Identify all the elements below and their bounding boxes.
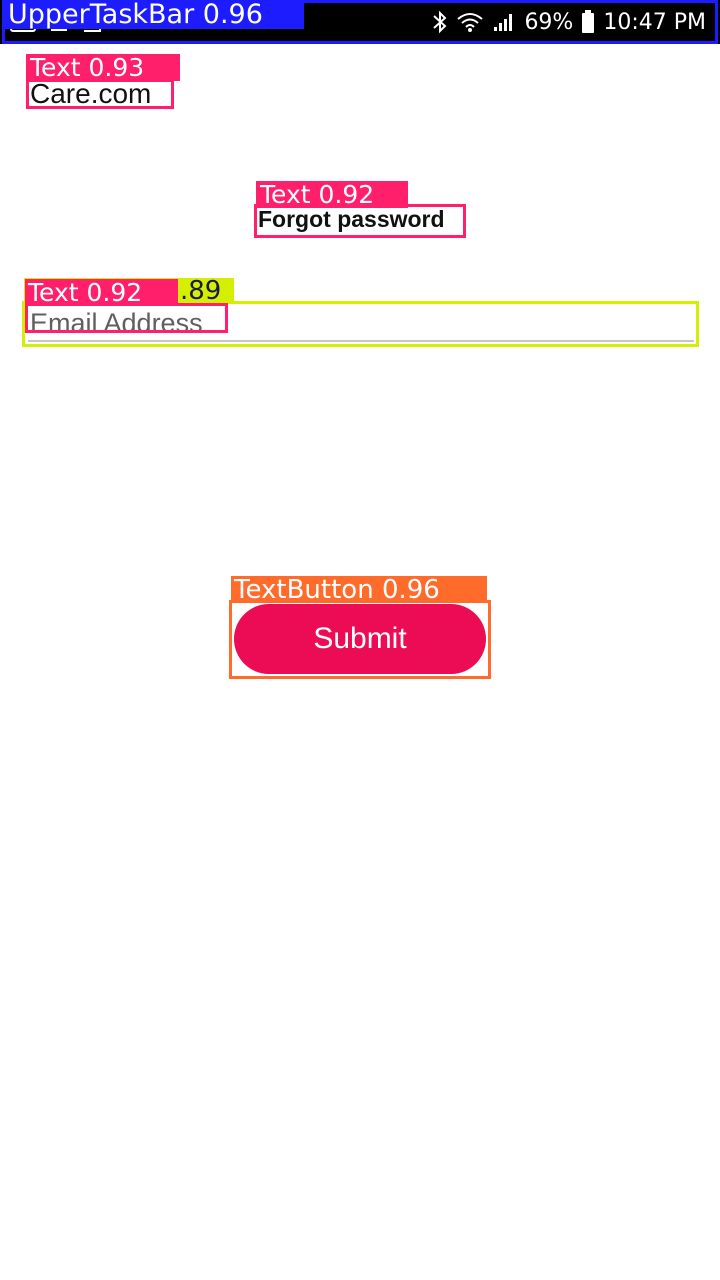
email-label-detection-box (25, 303, 228, 333)
brand-detection-tag: Text 0.93 (26, 54, 180, 81)
title-detection-tag: Text 0.92 (256, 181, 408, 208)
button-detection-tag: TextButton 0.96 (231, 576, 487, 603)
taskbar-detection-tag: UpperTaskBar 0.96 (4, 0, 304, 29)
page-title: Forgot password (258, 206, 445, 232)
brand-logo-text: Care.com (30, 78, 152, 109)
submit-button[interactable]: Submit (234, 604, 486, 674)
email-underline (28, 340, 694, 342)
email-label-detection-tag: Text 0.92 (25, 279, 178, 306)
submit-button-wrap: Submit (230, 600, 490, 678)
